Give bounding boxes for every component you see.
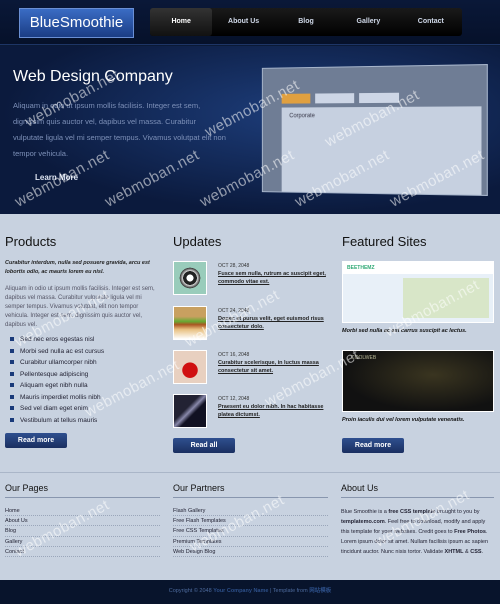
- update-thumbnail-image[interactable]: [173, 350, 207, 384]
- footer-about-text: Blue Smoothie is a free CSS template bro…: [341, 509, 489, 555]
- featured-site-panel: [403, 278, 489, 318]
- header: BlueSmoothie Home About Us Blog Gallery …: [0, 0, 500, 45]
- list-item: Pellentesque adipiscing: [10, 369, 104, 381]
- bullet-icon: [10, 383, 14, 388]
- nav-contact[interactable]: Contact: [400, 8, 462, 36]
- banner-text: Aliquam in odio ut ipsum mollis facilisi…: [13, 101, 226, 158]
- footer-link[interactable]: Web Design Blog: [173, 547, 328, 557]
- featured-site-label: BEETHEMZ: [347, 265, 375, 271]
- update-thumbnail-image[interactable]: [173, 261, 207, 295]
- nav-gallery[interactable]: Gallery: [337, 8, 399, 36]
- update-link[interactable]: Donec et purus velit, eget euismod risus…: [218, 315, 328, 331]
- footer-partners-list: Flash Gallery Free Flash Templates Free …: [173, 506, 328, 557]
- update-date: OCT 28, 2048: [218, 263, 250, 269]
- footer-about-title: About Us: [341, 483, 379, 493]
- footer-link[interactable]: Contact: [5, 547, 160, 557]
- copyright-text: | Template from: [268, 588, 310, 594]
- products-list: Sed nec eros egestas nisl Morbi sed null…: [10, 334, 104, 426]
- list-item: Sed nec eros egestas nisl: [10, 334, 104, 346]
- update-link[interactable]: Curabitur scelerisque, in luctus massa c…: [218, 359, 328, 375]
- update-link[interactable]: Praesent eu dolor nibh. In hac habitasse…: [218, 403, 328, 419]
- list-item: Curabitur ullamcorper nibh: [10, 357, 104, 369]
- bullet-icon: [10, 371, 14, 376]
- footer-pages-list: Home About Us Blog Gallery Contact: [5, 506, 160, 557]
- bullet-icon: [10, 394, 14, 399]
- shot-paper: [281, 106, 482, 196]
- update-thumbnail-image[interactable]: [173, 306, 207, 340]
- footer-link[interactable]: About Us: [5, 516, 160, 527]
- divider: [5, 497, 160, 498]
- shot-tab: [281, 93, 311, 104]
- footer-pages-title: Our Pages: [5, 483, 49, 493]
- featured-caption: Proin iaculis dui vel lorem vulputate ve…: [342, 417, 465, 423]
- about-link[interactable]: templatemo.com: [341, 519, 385, 525]
- banner: Web Design Company Aliquam in odio ut ip…: [0, 46, 500, 214]
- company-link[interactable]: Your Company Name: [213, 588, 268, 594]
- update-item: OCT 24, 2048 Donec et purus velit, eget …: [173, 306, 328, 346]
- featured-site-image[interactable]: COOLWEB: [342, 350, 494, 412]
- updates-read-all-button[interactable]: Read all: [173, 438, 235, 453]
- list-item: Morbi sed nulla ac est cursus: [10, 346, 104, 358]
- bullet-icon: [10, 417, 14, 422]
- shot-label: Corporate: [289, 113, 315, 120]
- featured-caption: Morbi sed nulla ac est carrus suscipit a…: [342, 328, 467, 334]
- nav-about-us[interactable]: About Us: [212, 8, 274, 36]
- banner-screenshot-image: Corporate: [261, 64, 488, 196]
- update-item: OCT 12, 2048 Praesent eu dolor nibh. In …: [173, 394, 328, 434]
- shot-tab: [315, 93, 355, 104]
- main-content: Products Curabitur interdum, nulla sed p…: [0, 214, 500, 472]
- footer-link[interactable]: Premium Templates: [173, 537, 328, 547]
- update-item: OCT 16, 2048 Curabitur scelerisque, in l…: [173, 350, 328, 390]
- products-read-more-button[interactable]: Read more: [5, 433, 67, 448]
- bullet-icon: [10, 337, 14, 342]
- footer-partners-title: Our Partners: [173, 483, 225, 493]
- shot-tab: [359, 92, 400, 104]
- footer-link[interactable]: Home: [5, 506, 160, 517]
- about-link[interactable]: Free Photos: [454, 529, 486, 535]
- update-thumbnail-image[interactable]: [173, 394, 207, 428]
- featured-site-image[interactable]: BEETHEMZ: [342, 261, 494, 323]
- updates-title: Updates: [173, 234, 222, 249]
- copyright-text: Copyright © 2048: [168, 588, 214, 594]
- validate-xhtml-link[interactable]: XHTML: [445, 549, 464, 555]
- footer-link[interactable]: Gallery: [5, 537, 160, 547]
- list-item: Sed vel diam eget enim: [10, 403, 104, 415]
- update-link[interactable]: Fusce sem nulla, rutrum ac suscipit eget…: [218, 270, 328, 286]
- footer-link[interactable]: Flash Gallery: [173, 506, 328, 517]
- banner-title: Web Design Company: [13, 68, 173, 85]
- divider: [341, 497, 494, 498]
- bullet-icon: [10, 406, 14, 411]
- nav-blog[interactable]: Blog: [275, 8, 337, 36]
- featured-title: Featured Sites: [342, 234, 427, 249]
- list-item: Vestibulum at tellus mauris: [10, 415, 104, 427]
- bullet-icon: [10, 348, 14, 353]
- list-item: Mauris imperdiet mollis nibh: [10, 392, 104, 404]
- bullet-icon: [10, 360, 14, 365]
- update-date: OCT 16, 2048: [218, 352, 250, 358]
- products-body: Aliquam in odio ut ipsum mollis facilisi…: [5, 286, 155, 328]
- footer-link[interactable]: Blog: [5, 526, 160, 537]
- nav-home[interactable]: Home: [150, 8, 213, 36]
- learn-more-button[interactable]: Learn More: [35, 173, 78, 182]
- list-item: Aliquam eget nibh nulla: [10, 380, 104, 392]
- main-nav: Home About Us Blog Gallery Contact: [150, 8, 462, 36]
- site-logo[interactable]: BlueSmoothie: [19, 8, 134, 38]
- footer-link[interactable]: Free Flash Templates: [173, 516, 328, 527]
- products-intro: Curabitur interdum, nulla sed posuere gr…: [5, 260, 150, 275]
- validate-css-link[interactable]: CSS: [470, 549, 481, 555]
- footer-link[interactable]: Free CSS Templates: [173, 526, 328, 537]
- update-item: OCT 28, 2048 Fusce sem nulla, rutrum ac …: [173, 261, 328, 301]
- footer: Our Pages Home About Us Blog Gallery Con…: [0, 472, 500, 580]
- update-date: OCT 24, 2048: [218, 308, 250, 314]
- divider: [173, 497, 328, 498]
- template-source-link[interactable]: 网站模板: [309, 588, 331, 594]
- featured-read-more-button[interactable]: Read more: [342, 438, 404, 453]
- featured-site-label: COOLWEB: [351, 355, 377, 361]
- copyright-bar: Copyright © 2048 Your Company Name | Tem…: [0, 580, 500, 604]
- update-date: OCT 12, 2048: [218, 396, 250, 402]
- products-title: Products: [5, 234, 57, 249]
- about-link[interactable]: free CSS template: [388, 509, 435, 515]
